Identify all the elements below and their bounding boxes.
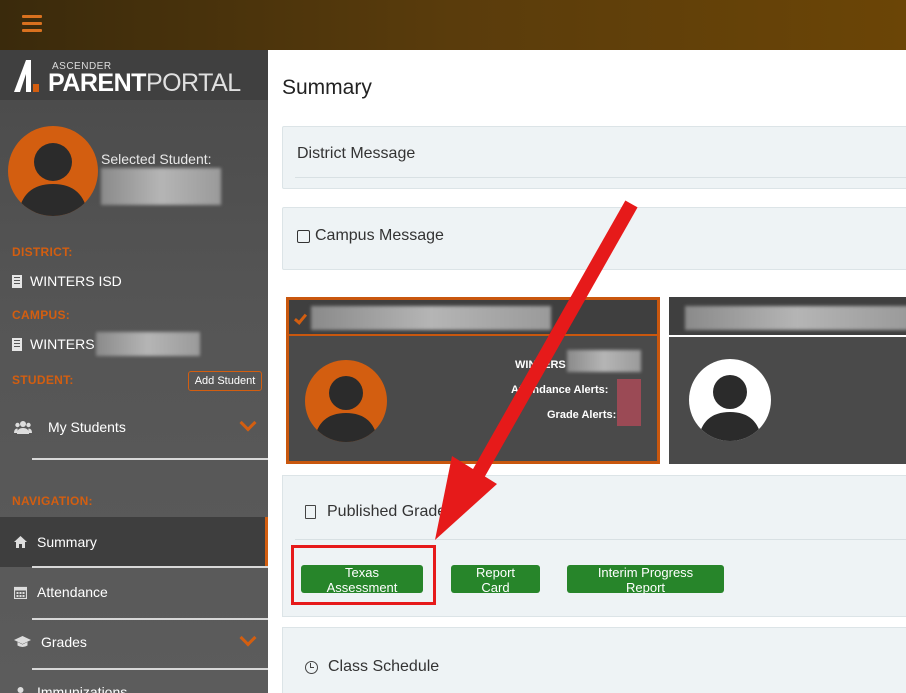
nav-attendance[interactable]: Attendance <box>0 568 268 616</box>
add-student-button[interactable]: Add Student <box>188 371 262 391</box>
nav-grades-label: Grades <box>41 634 87 650</box>
navigation-label: NAVIGATION: <box>12 494 93 508</box>
alerts-redacted <box>617 379 641 426</box>
attendance-alerts-label: Attendance Alerts: <box>511 384 609 396</box>
nav-summary[interactable]: Summary <box>0 517 268 567</box>
top-bar <box>0 0 906 50</box>
campus-message-title: Campus Message <box>315 227 444 244</box>
clock-icon <box>305 660 318 674</box>
student-avatar <box>305 360 387 442</box>
district-message-panel[interactable]: District Message <box>282 126 906 189</box>
district-value: WINTERS ISD <box>30 273 122 289</box>
divider <box>32 458 268 460</box>
interim-progress-report-button[interactable]: Interim Progress Report <box>567 565 724 595</box>
student-label: STUDENT: <box>12 373 74 387</box>
student-card[interactable] <box>669 297 906 464</box>
campus-redacted <box>567 350 641 372</box>
panel-divider <box>295 177 906 178</box>
nav-immunizations[interactable]: Immunizations <box>0 668 268 693</box>
sticky-note-icon <box>297 229 310 243</box>
grade-alerts-label: Grade Alerts: <box>547 409 617 421</box>
selected-student-avatar <box>8 126 98 216</box>
nav-immunizations-label: Immunizations <box>37 684 128 693</box>
report-card-button[interactable]: Report Card <box>451 565 540 595</box>
district-label: DISTRICT: <box>12 245 73 259</box>
district-row: WINTERS ISD <box>12 273 122 289</box>
chevron-down-icon <box>239 629 257 647</box>
sidebar: ASCENDER PARENTPORTAL Selected Student: … <box>0 50 268 693</box>
page-title: Summary <box>282 76 372 99</box>
campus-row: WINTERS <box>12 336 95 352</box>
users-icon <box>14 421 32 434</box>
building-icon <box>12 274 22 288</box>
class-schedule-title: Class Schedule <box>328 658 440 675</box>
graduation-cap-icon <box>14 636 31 647</box>
logo-main-text: PARENTPORTAL <box>48 69 241 97</box>
chevron-down-icon <box>239 414 257 432</box>
nav-summary-label: Summary <box>37 534 97 550</box>
student-card-selected[interactable]: WINTERS Attendance Alerts: Grade Alerts: <box>286 297 660 464</box>
calendar-icon <box>14 586 27 599</box>
building-icon <box>12 337 22 351</box>
student-card-header <box>669 297 906 337</box>
campus-value: WINTERS <box>30 336 95 352</box>
published-grades-title-row: Published Grades <box>305 503 454 521</box>
nav-attendance-label: Attendance <box>37 584 108 600</box>
class-schedule-title-row: Class Schedule <box>305 658 439 676</box>
student-name-redacted <box>101 168 221 205</box>
highlight-box <box>291 545 436 605</box>
document-icon <box>305 505 316 519</box>
selected-student-label: Selected Student: <box>101 151 212 167</box>
student-avatar <box>689 359 771 441</box>
nav-grades[interactable]: Grades <box>0 618 268 666</box>
my-students-label: My Students <box>48 419 126 435</box>
logo[interactable]: ASCENDER PARENTPORTAL <box>0 50 268 100</box>
card-campus: WINTERS <box>515 359 566 371</box>
campus-name-redacted <box>96 332 200 356</box>
student-card-header <box>289 300 657 336</box>
student-name-redacted <box>685 306 906 330</box>
student-name-redacted <box>311 306 551 330</box>
my-students-dropdown[interactable]: My Students <box>0 403 268 451</box>
campus-message-title-row: Campus Message <box>297 227 444 245</box>
user-icon <box>17 686 24 693</box>
panel-divider <box>295 539 906 540</box>
published-grades-title: Published Grades <box>327 503 455 520</box>
campus-label: CAMPUS: <box>12 308 71 322</box>
ascender-logo-icon <box>14 60 39 92</box>
checkmark-icon <box>293 311 308 325</box>
home-icon <box>14 536 27 548</box>
district-message-title: District Message <box>297 145 416 162</box>
class-schedule-panel[interactable]: Class Schedule <box>282 627 906 693</box>
hamburger-icon[interactable] <box>22 15 42 33</box>
campus-message-panel[interactable]: Campus Message <box>282 207 906 270</box>
